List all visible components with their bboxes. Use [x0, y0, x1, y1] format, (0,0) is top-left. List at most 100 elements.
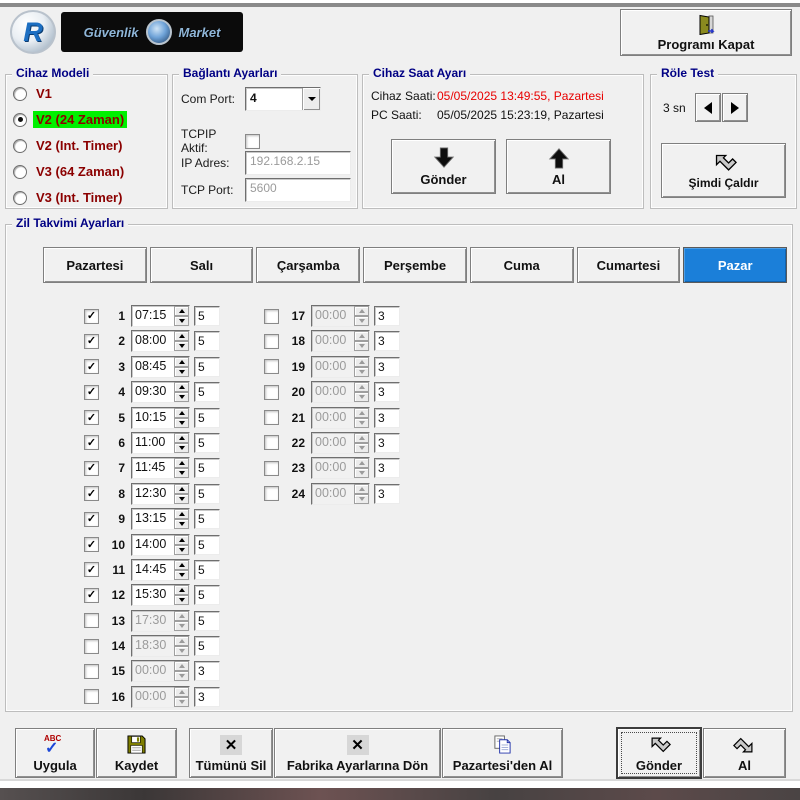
- spinner-down-button[interactable]: [174, 367, 189, 377]
- spinner-up-button[interactable]: [354, 484, 369, 494]
- row-20-duration-field[interactable]: 3: [374, 382, 400, 402]
- row-4-time-spinner[interactable]: 09:30: [131, 381, 190, 403]
- row-7-duration-field[interactable]: 5: [194, 458, 220, 478]
- model-option-5[interactable]: V3 (Int. Timer): [6, 185, 167, 210]
- row-8-duration-field[interactable]: 5: [194, 484, 220, 504]
- model-option-2[interactable]: V2 (24 Zaman): [6, 107, 167, 132]
- row-22-duration-field[interactable]: 3: [374, 433, 400, 453]
- row-1-enabled-checkbox[interactable]: ✓: [84, 309, 99, 324]
- apply-button[interactable]: ABC✓ Uygula: [15, 728, 95, 778]
- row-10-time-spinner[interactable]: 14:00: [131, 534, 190, 556]
- row-21-time-spinner[interactable]: 00:00: [311, 407, 370, 429]
- model-option-4[interactable]: V3 (64 Zaman): [6, 159, 167, 184]
- row-19-duration-field[interactable]: 3: [374, 357, 400, 377]
- row-24-enabled-checkbox[interactable]: [264, 486, 279, 501]
- row-15-duration-field[interactable]: 3: [194, 661, 220, 681]
- row-7-time-spinner[interactable]: 11:45: [131, 457, 190, 479]
- row-17-duration-field[interactable]: 3: [374, 306, 400, 326]
- row-18-duration-field[interactable]: 3: [374, 331, 400, 351]
- row-1-time-spinner[interactable]: 07:15: [131, 305, 190, 327]
- spinner-down-button[interactable]: [174, 494, 189, 504]
- row-16-enabled-checkbox[interactable]: [84, 689, 99, 704]
- row-4-duration-field[interactable]: 5: [194, 382, 220, 402]
- spinner-up-button[interactable]: [354, 331, 369, 341]
- receive-time-button[interactable]: Al: [506, 139, 611, 194]
- row-2-time-spinner[interactable]: 08:00: [131, 330, 190, 352]
- spinner-up-button[interactable]: [174, 560, 189, 570]
- spinner-down-button[interactable]: [354, 316, 369, 326]
- spinner-down-button[interactable]: [354, 392, 369, 402]
- close-program-button[interactable]: Programı Kapat: [620, 9, 792, 56]
- relay-duration-increase-button[interactable]: [722, 93, 748, 122]
- spinner-up-button[interactable]: [174, 433, 189, 443]
- day-tab-4[interactable]: Perşembe: [363, 247, 467, 283]
- row-3-duration-field[interactable]: 5: [194, 357, 220, 377]
- spinner-up-button[interactable]: [174, 382, 189, 392]
- row-15-enabled-checkbox[interactable]: [84, 664, 99, 679]
- row-13-duration-field[interactable]: 5: [194, 611, 220, 631]
- spinner-up-button[interactable]: [174, 484, 189, 494]
- row-5-time-spinner[interactable]: 10:15: [131, 407, 190, 429]
- row-11-time-spinner[interactable]: 14:45: [131, 559, 190, 581]
- row-8-time-spinner[interactable]: 12:30: [131, 483, 190, 505]
- row-22-time-spinner[interactable]: 00:00: [311, 432, 370, 454]
- row-2-enabled-checkbox[interactable]: ✓: [84, 334, 99, 349]
- row-24-time-spinner[interactable]: 00:00: [311, 483, 370, 505]
- chevron-down-icon[interactable]: [302, 88, 320, 110]
- row-7-enabled-checkbox[interactable]: ✓: [84, 461, 99, 476]
- spinner-down-button[interactable]: [174, 595, 189, 605]
- receive-schedule-button[interactable]: Al: [703, 728, 786, 778]
- model-option-3[interactable]: V2 (Int. Timer): [6, 133, 167, 158]
- row-14-duration-field[interactable]: 5: [194, 636, 220, 656]
- spinner-down-button[interactable]: [354, 341, 369, 351]
- row-12-time-spinner[interactable]: 15:30: [131, 584, 190, 606]
- send-schedule-button[interactable]: Gönder: [617, 728, 701, 778]
- row-21-duration-field[interactable]: 3: [374, 408, 400, 428]
- ip-address-field[interactable]: 192.168.2.15: [245, 151, 351, 175]
- row-13-time-spinner[interactable]: 17:30: [131, 610, 190, 632]
- spinner-down-button[interactable]: [174, 418, 189, 428]
- row-24-duration-field[interactable]: 3: [374, 484, 400, 504]
- day-tab-7[interactable]: Pazar: [683, 247, 787, 283]
- relay-duration-decrease-button[interactable]: [695, 93, 721, 122]
- copy-from-monday-button[interactable]: Pazartesi'den Al: [442, 728, 563, 778]
- save-button[interactable]: Kaydet: [96, 728, 177, 778]
- spinner-up-button[interactable]: [174, 458, 189, 468]
- row-12-duration-field[interactable]: 5: [194, 585, 220, 605]
- row-11-enabled-checkbox[interactable]: ✓: [84, 562, 99, 577]
- row-23-duration-field[interactable]: 3: [374, 458, 400, 478]
- row-19-time-spinner[interactable]: 00:00: [311, 356, 370, 378]
- spinner-up-button[interactable]: [174, 408, 189, 418]
- row-6-time-spinner[interactable]: 11:00: [131, 432, 190, 454]
- row-14-time-spinner[interactable]: 18:30: [131, 635, 190, 657]
- row-3-enabled-checkbox[interactable]: ✓: [84, 359, 99, 374]
- spinner-down-button[interactable]: [174, 316, 189, 326]
- row-18-time-spinner[interactable]: 00:00: [311, 330, 370, 352]
- spinner-down-button[interactable]: [174, 392, 189, 402]
- row-15-time-spinner[interactable]: 00:00: [131, 660, 190, 682]
- spinner-down-button[interactable]: [354, 367, 369, 377]
- row-5-enabled-checkbox[interactable]: ✓: [84, 410, 99, 425]
- row-9-time-spinner[interactable]: 13:15: [131, 508, 190, 530]
- spinner-up-button[interactable]: [174, 611, 189, 621]
- spinner-down-button[interactable]: [354, 443, 369, 453]
- spinner-down-button[interactable]: [174, 671, 189, 681]
- spinner-down-button[interactable]: [174, 519, 189, 529]
- row-16-duration-field[interactable]: 3: [194, 687, 220, 707]
- spinner-down-button[interactable]: [174, 646, 189, 656]
- row-5-duration-field[interactable]: 5: [194, 408, 220, 428]
- row-17-time-spinner[interactable]: 00:00: [311, 305, 370, 327]
- spinner-up-button[interactable]: [354, 306, 369, 316]
- spinner-up-button[interactable]: [354, 433, 369, 443]
- row-23-time-spinner[interactable]: 00:00: [311, 457, 370, 479]
- row-13-enabled-checkbox[interactable]: [84, 613, 99, 628]
- com-port-select[interactable]: 4: [245, 87, 321, 111]
- row-9-enabled-checkbox[interactable]: ✓: [84, 512, 99, 527]
- row-20-enabled-checkbox[interactable]: [264, 385, 279, 400]
- row-9-duration-field[interactable]: 5: [194, 509, 220, 529]
- row-10-duration-field[interactable]: 5: [194, 535, 220, 555]
- row-18-enabled-checkbox[interactable]: [264, 334, 279, 349]
- spinner-down-button[interactable]: [354, 468, 369, 478]
- model-option-1[interactable]: V1: [6, 81, 167, 106]
- day-tab-3[interactable]: Çarşamba: [256, 247, 360, 283]
